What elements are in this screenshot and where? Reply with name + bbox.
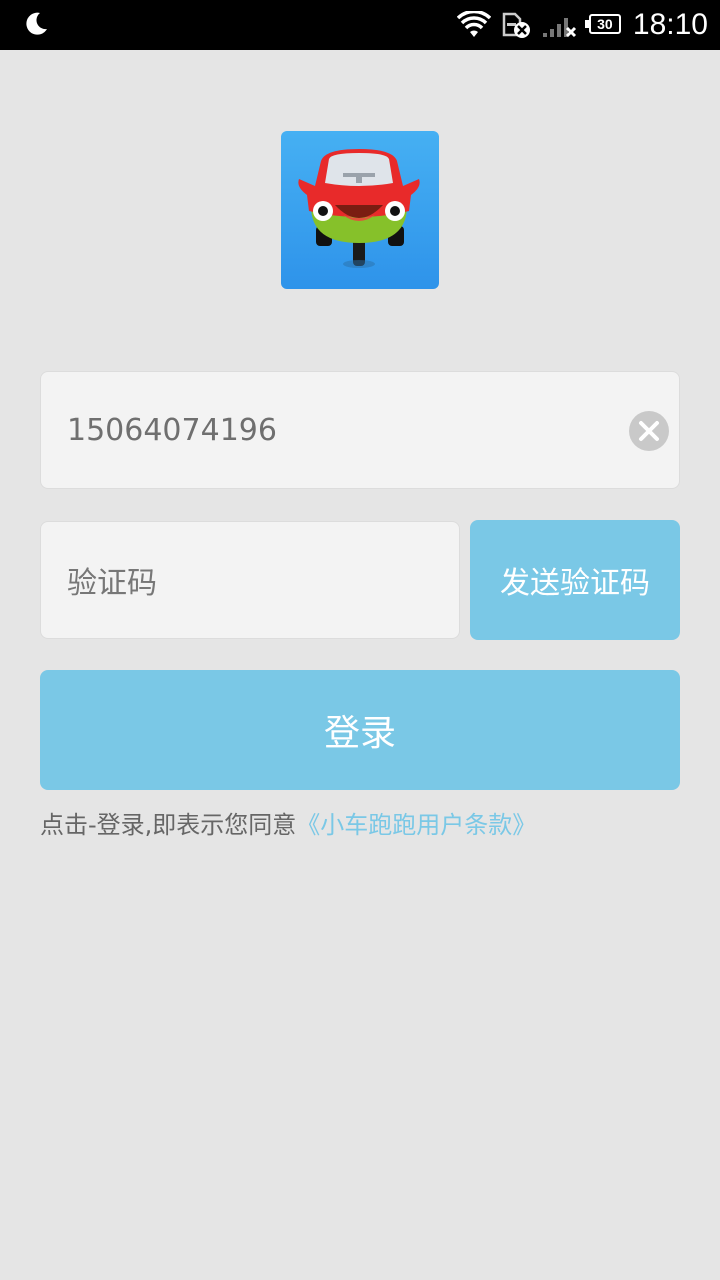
verification-code-input[interactable]: 验证码 xyxy=(40,521,460,639)
battery-level: 30 xyxy=(597,16,613,32)
close-icon xyxy=(639,421,659,441)
phone-input[interactable]: 15064074196 xyxy=(40,371,680,489)
terms-prefix: 点击-登录,即表示您同意 xyxy=(40,810,297,839)
battery-icon: 30 xyxy=(584,14,623,36)
status-time: 18:10 xyxy=(632,8,708,41)
wifi-icon xyxy=(456,11,491,37)
verification-code-placeholder: 验证码 xyxy=(67,566,157,601)
terms-link[interactable]: 《小车跑跑用户条款》 xyxy=(296,805,536,840)
send-code-button[interactable]: 发送验证码 xyxy=(470,520,680,640)
app-logo xyxy=(281,131,439,289)
login-label: 登录 xyxy=(323,713,396,754)
status-bar: 30 18:10 xyxy=(0,0,720,50)
send-code-label: 发送验证码 xyxy=(500,566,650,601)
terms-notice: 点击-登录,即表示您同意 《小车跑跑用户条款》 xyxy=(40,804,536,840)
signal-icon xyxy=(542,18,576,38)
login-button[interactable]: 登录 xyxy=(40,670,680,790)
sim-error-icon xyxy=(502,12,530,38)
phone-input-value: 15064074196 xyxy=(67,412,277,448)
clear-button[interactable] xyxy=(629,411,669,451)
car-mascot-icon xyxy=(298,149,420,268)
moon-icon xyxy=(26,12,47,35)
